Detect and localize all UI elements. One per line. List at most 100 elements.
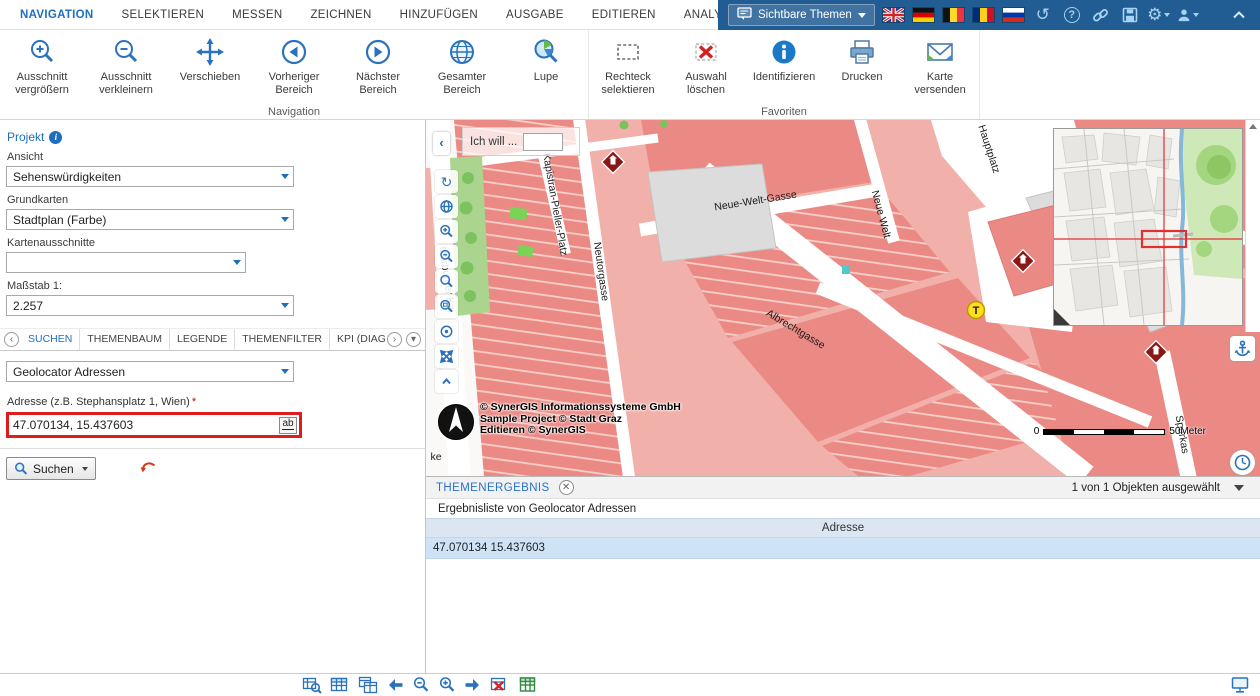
iwill-input[interactable] — [523, 133, 563, 151]
text-search-ab-icon[interactable]: ab — [279, 417, 297, 434]
zoom-window-icon[interactable] — [435, 295, 458, 318]
add-table-icon[interactable] — [358, 676, 378, 694]
tool-label: Vorheriger Bereich — [255, 71, 333, 97]
menu-tab-selektieren[interactable]: SELEKTIEREN — [108, 0, 219, 30]
tabs-more-icon[interactable]: ▾ — [406, 332, 421, 347]
chevron-down-icon[interactable] — [1234, 485, 1244, 491]
tool-karte-versenden[interactable]: Karte versenden — [901, 30, 979, 97]
menu-tab-ausgabe[interactable]: AUSGABE — [492, 0, 578, 30]
tabs-scroll-right-icon[interactable]: › — [387, 332, 402, 347]
default-extent-icon[interactable]: ↻ — [435, 170, 458, 193]
globe-extent-icon[interactable] — [435, 195, 458, 218]
magnifier-map-icon — [531, 35, 561, 69]
link-icon[interactable] — [1090, 4, 1112, 26]
zoom-out-result-icon[interactable] — [412, 676, 430, 694]
tab-themenfilter[interactable]: THEMENFILTER — [235, 329, 330, 350]
iwill-search-box[interactable]: Ich will ... — [462, 127, 580, 156]
tool-auswahl-loeschen[interactable]: Auswahl löschen — [667, 30, 745, 97]
tool-naechster-bereich[interactable]: Nächster Bereich — [336, 30, 420, 97]
user-icon[interactable] — [1177, 4, 1199, 26]
help-icon[interactable]: ? — [1061, 4, 1083, 26]
menu-tab-messen[interactable]: MESSEN — [218, 0, 296, 30]
ribbon-toolbar: Ausschnitt vergrößern Ausschnitt verklei… — [0, 30, 1260, 120]
screen-display-icon[interactable] — [1231, 676, 1250, 694]
zoom-to-result-icon[interactable] — [302, 676, 322, 694]
save-icon[interactable] — [1119, 4, 1141, 26]
flag-russian-icon[interactable] — [1002, 7, 1025, 23]
menu-tab-hinzufuegen[interactable]: HINZUFÜGEN — [386, 0, 492, 30]
info-icon[interactable]: i — [49, 131, 62, 144]
next-record-icon[interactable] — [464, 676, 482, 694]
menu-tab-navigation[interactable]: NAVIGATION — [6, 0, 108, 30]
tool-rechteck-selektieren[interactable]: Rechteck selektieren — [589, 30, 667, 97]
ribbon-group-navigation: Ausschnitt vergrößern Ausschnitt verklei… — [0, 30, 589, 119]
north-arrow-compass[interactable] — [437, 403, 475, 446]
search-button-label: Suchen — [33, 462, 74, 476]
overview-map[interactable] — [1053, 128, 1243, 326]
tab-kpi-diagramm[interactable]: KPI (DIAGRA — [330, 329, 385, 350]
map-anchor-button[interactable] — [1230, 336, 1255, 361]
tool-lupe[interactable]: Lupe — [504, 30, 588, 97]
zoom-out-icon[interactable] — [435, 245, 458, 268]
map-history-clock-button[interactable] — [1230, 450, 1255, 475]
geolocator-select[interactable]: Geolocator Adressen — [6, 361, 294, 382]
pan-diagonal-icon[interactable] — [435, 345, 458, 368]
tool-verschieben[interactable]: Verschieben — [168, 30, 252, 97]
chevron-down-icon — [281, 217, 289, 222]
close-results-icon[interactable]: ✕ — [559, 480, 574, 495]
massstab-select[interactable]: 2.257 — [6, 295, 294, 316]
gear-icon[interactable]: ⚙ — [1148, 4, 1170, 26]
printer-icon — [846, 35, 878, 69]
poi-tram-stop-marker[interactable]: T — [968, 302, 985, 319]
flag-belgian-icon[interactable] — [942, 7, 965, 23]
tool-ausschnitt-verkleinern[interactable]: Ausschnitt verkleinern — [84, 30, 168, 97]
visible-themes-label: Sichtbare Themen — [758, 9, 852, 21]
results-tab[interactable]: THEMENERGEBNIS — [436, 482, 550, 494]
flag-english-icon[interactable] — [882, 7, 905, 23]
massstab-value: 2.257 — [13, 299, 43, 313]
visible-themes-button[interactable]: Sichtbare Themen — [728, 4, 875, 26]
flag-german-icon[interactable] — [912, 7, 935, 23]
remove-result-table-icon[interactable] — [490, 676, 510, 694]
previous-extent-icon — [279, 35, 309, 69]
svg-text:T: T — [973, 305, 980, 317]
topbar-right: Sichtbare Themen ↺ ? ⚙ — [718, 0, 1260, 30]
results-column-header[interactable]: Adresse — [426, 518, 1260, 538]
collapse-map-toolbar-icon[interactable] — [435, 370, 458, 393]
search-button[interactable]: Suchen — [6, 457, 96, 480]
zoom-in-result-icon[interactable] — [438, 676, 456, 694]
scale-start-label: 0 — [1034, 426, 1040, 437]
flag-romanian-icon[interactable] — [972, 7, 995, 23]
menu-tab-editieren[interactable]: EDITIEREN — [578, 0, 670, 30]
zoom-in-icon[interactable] — [435, 220, 458, 243]
tab-themenbaum[interactable]: THEMENBAUM — [80, 329, 170, 350]
tool-identifizieren[interactable]: Identifizieren — [745, 30, 823, 97]
ansicht-select[interactable]: Sehenswürdigkeiten — [6, 166, 294, 187]
tab-legende[interactable]: LEGENDE — [170, 329, 235, 350]
menu-tab-zeichnen[interactable]: ZEICHNEN — [296, 0, 385, 30]
tool-ausschnitt-vergroessern[interactable]: Ausschnitt vergrößern — [0, 30, 84, 97]
kartenausschnitte-select[interactable] — [6, 252, 246, 273]
tool-gesamter-bereich[interactable]: Gesamter Bereich — [420, 30, 504, 97]
result-table-icon[interactable] — [330, 676, 350, 694]
collapse-left-panel-button[interactable]: ‹ — [433, 132, 450, 155]
center-map-icon[interactable] — [435, 320, 458, 343]
tool-drucken[interactable]: Drucken — [823, 30, 901, 97]
chevron-down-icon — [1164, 13, 1170, 17]
export-excel-icon[interactable] — [518, 676, 538, 694]
collapse-ribbon-icon[interactable] — [1228, 4, 1250, 26]
chevron-down-icon — [281, 303, 289, 308]
tabs-scroll-left-icon[interactable]: ‹ — [4, 332, 19, 347]
right-panel-collapsed-strip[interactable] — [1245, 120, 1260, 332]
grundkarten-select[interactable]: Stadtplan (Farbe) — [6, 209, 294, 230]
tool-vorheriger-bereich[interactable]: Vorheriger Bereich — [252, 30, 336, 97]
address-input[interactable] — [9, 418, 279, 432]
tab-suchen[interactable]: SUCHEN — [21, 329, 80, 350]
reset-undo-icon[interactable] — [140, 461, 157, 476]
previous-record-icon[interactable] — [386, 676, 404, 694]
back-refresh-icon[interactable]: ↺ — [1032, 4, 1054, 26]
map-view[interactable]: Kapistran-Pieller-Platz Marburger Kai Ne… — [426, 120, 1260, 476]
tool-label: Drucken — [842, 71, 883, 84]
magnifier-icon[interactable] — [435, 270, 458, 293]
table-row[interactable]: 47.070134 15.437603 — [426, 538, 1260, 559]
